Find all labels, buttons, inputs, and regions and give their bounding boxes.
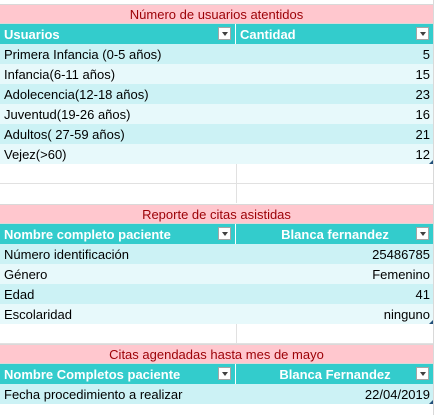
- cell[interactable]: Infancia(6-11 años): [0, 64, 236, 84]
- table2-header-paciente-label: Blanca fernandez: [281, 226, 389, 242]
- table2-title: Reporte de citas asistidas: [142, 206, 291, 222]
- table-row: Juventud(19-26 años) 16: [0, 104, 433, 124]
- table1-header-cantidad[interactable]: Cantidad: [236, 24, 433, 44]
- table1-title: Número de usuarios atentidos: [129, 6, 304, 22]
- gridline: [236, 323, 237, 343]
- table-row: Género Femenino: [0, 264, 433, 284]
- cell[interactable]: Escolaridad: [0, 304, 236, 324]
- cell[interactable]: 22/04/2019: [236, 384, 433, 404]
- table2-header-row: Nombre completo paciente Blanca fernande…: [0, 224, 433, 244]
- table2-header-nombre[interactable]: Nombre completo paciente: [0, 224, 236, 244]
- cell[interactable]: 16: [236, 104, 433, 124]
- table3-header-nombre[interactable]: Nombre Completos paciente: [0, 364, 236, 384]
- table-row: Adultos( 27-59 años) 21: [0, 124, 433, 144]
- cell[interactable]: Edad: [0, 284, 236, 304]
- table3-header-row: Nombre Completos paciente Blanca Fernand…: [0, 364, 433, 384]
- table3-title: Citas agendadas hasta mes de mayo: [109, 346, 324, 362]
- filter-dropdown-icon[interactable]: [218, 227, 231, 240]
- table1-header-usuarios-label: Usuarios: [4, 26, 60, 42]
- cell[interactable]: 15: [236, 64, 433, 84]
- table-row: Fecha procedimiento a realizar 22/04/201…: [0, 384, 433, 404]
- table2-header-nombre-label: Nombre completo paciente: [4, 226, 171, 242]
- spreadsheet: Número de usuarios atentidos Usuarios Ca…: [0, 0, 439, 415]
- filter-dropdown-icon[interactable]: [416, 367, 429, 380]
- filter-dropdown-icon[interactable]: [416, 27, 429, 40]
- table-row: Infancia(6-11 años) 15: [0, 64, 433, 84]
- table3-header-nombre-label: Nombre Completos paciente: [4, 366, 181, 382]
- table-row: Adolecencia(12-18 años) 23: [0, 84, 433, 104]
- table3-header-paciente-label: Blanca Fernandez: [279, 366, 391, 382]
- cell[interactable]: Vejez(>60): [0, 144, 236, 164]
- table2-title-cell[interactable]: Reporte de citas asistidas: [0, 204, 433, 224]
- table1-header-row: Usuarios Cantidad: [0, 24, 433, 44]
- cell[interactable]: 5: [236, 44, 433, 64]
- cell[interactable]: 23: [236, 84, 433, 104]
- table1-header-cantidad-label: Cantidad: [240, 26, 296, 42]
- cell[interactable]: Fecha procedimiento a realizar: [0, 384, 236, 404]
- cell[interactable]: Juventud(19-26 años): [0, 104, 236, 124]
- cell[interactable]: Primera Infancia (0-5 años): [0, 44, 236, 64]
- table3-header-paciente[interactable]: Blanca Fernandez: [236, 364, 433, 384]
- cell[interactable]: 12: [236, 144, 433, 164]
- table1-title-cell[interactable]: Número de usuarios atentidos: [0, 4, 433, 24]
- table-row: Primera Infancia (0-5 años) 5: [0, 44, 433, 64]
- gridline: [236, 163, 237, 203]
- gridline: [0, 183, 433, 184]
- cell[interactable]: Adultos( 27-59 años): [0, 124, 236, 144]
- table1-header-usuarios[interactable]: Usuarios: [0, 24, 236, 44]
- table-row: Número identificación 25486785: [0, 244, 433, 264]
- cell[interactable]: 21: [236, 124, 433, 144]
- table3-title-cell[interactable]: Citas agendadas hasta mes de mayo: [0, 344, 433, 364]
- cell[interactable]: Adolecencia(12-18 años): [0, 84, 236, 104]
- cell[interactable]: Número identificación: [0, 244, 236, 264]
- table2-header-paciente[interactable]: Blanca fernandez: [236, 224, 433, 244]
- cell[interactable]: Femenino: [236, 264, 433, 284]
- table-row: Vejez(>60) 12: [0, 144, 433, 164]
- cell[interactable]: ninguno: [236, 304, 433, 324]
- table-row: Escolaridad ninguno: [0, 304, 433, 324]
- cell[interactable]: 41: [236, 284, 433, 304]
- filter-dropdown-icon[interactable]: [218, 367, 231, 380]
- filter-dropdown-icon[interactable]: [416, 227, 429, 240]
- cell[interactable]: 25486785: [236, 244, 433, 264]
- table-row: Edad 41: [0, 284, 433, 304]
- cell[interactable]: Género: [0, 264, 236, 284]
- column-edge: [433, 0, 439, 415]
- filter-dropdown-icon[interactable]: [218, 27, 231, 40]
